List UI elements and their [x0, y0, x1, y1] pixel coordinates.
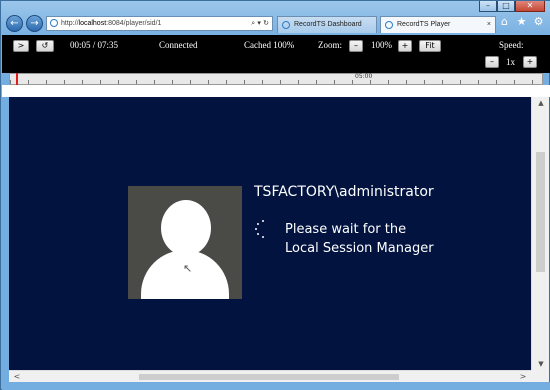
browser-window: – □ ✕ ← → http://localhost:8084/player/s… [0, 0, 550, 390]
avatar-head-shape [161, 200, 211, 256]
close-tab-icon[interactable]: × [487, 17, 491, 32]
tab-label: RecordTS Dashboard [294, 21, 362, 28]
wait-message-line2: Local Session Manager [285, 241, 434, 256]
page-background [2, 85, 550, 97]
address-bar[interactable]: http://localhost:8084/player/sid/1 ⌕ ▾ ↻ [46, 16, 273, 31]
ie-tab-icon [385, 21, 393, 29]
speed-down-button[interactable]: – [485, 56, 499, 68]
session-viewport[interactable]: ↖ TSFACTORY\administrator Please wait fo… [9, 97, 531, 370]
home-icon[interactable]: ⌂ [498, 15, 511, 29]
horizontal-scrollbar[interactable]: < > [9, 370, 531, 382]
scroll-down-icon[interactable]: ▼ [532, 358, 550, 370]
playhead-marker[interactable] [16, 73, 18, 85]
cache-status: Cached 100% [244, 40, 295, 50]
ie-page-icon [50, 19, 58, 27]
loading-spinner-icon [255, 220, 271, 238]
play-button[interactable]: > [13, 40, 29, 52]
timeline-ticks [10, 80, 542, 84]
url-host: localhost [78, 20, 107, 27]
playback-timeline[interactable]: 05:00 [9, 73, 543, 85]
zoom-in-button[interactable]: + [398, 40, 412, 52]
tab-recordts-player[interactable]: RecordTS Player × [380, 16, 496, 33]
minimize-button[interactable]: – [479, 1, 497, 12]
user-avatar: ↖ [128, 186, 242, 299]
player-toolbar: > ↺ 00:05 / 07:35 Connected Cached 100% … [2, 35, 550, 73]
favorites-star-icon[interactable]: ★ [515, 15, 528, 29]
tab-recordts-dashboard[interactable]: RecordTS Dashboard [277, 16, 377, 33]
url-prefix: http:// [61, 20, 79, 27]
scroll-up-icon[interactable]: ▲ [532, 97, 550, 109]
maximize-button[interactable]: □ [497, 1, 515, 12]
scrollbar-corner [531, 370, 549, 382]
search-refresh-icons[interactable]: ⌕ ▾ ↻ [251, 17, 269, 30]
session-username: TSFACTORY\administrator [254, 184, 434, 200]
zoom-label: Zoom: [318, 40, 342, 50]
vertical-scrollbar[interactable]: ▲ ▼ [531, 97, 549, 370]
mouse-cursor-icon: ↖ [183, 262, 193, 275]
close-window-button[interactable]: ✕ [515, 1, 545, 12]
back-button[interactable]: ← [6, 15, 23, 32]
ie-tab-icon [282, 21, 290, 29]
horizontal-scroll-thumb[interactable] [139, 374, 399, 380]
wait-message-line1: Please wait for the [285, 222, 407, 237]
browser-chrome: – □ ✕ ← → http://localhost:8084/player/s… [1, 1, 550, 35]
forward-button[interactable]: → [26, 15, 43, 32]
browser-tools: ⌂ ★ ⚙ [498, 15, 545, 29]
timeline-label: 05:00 [355, 73, 373, 80]
fit-button[interactable]: Fit [419, 40, 441, 52]
reload-button[interactable]: ↺ [36, 40, 54, 52]
tab-label: RecordTS Player [397, 21, 451, 28]
speed-up-button[interactable]: + [523, 56, 537, 68]
zoom-out-button[interactable]: – [349, 40, 363, 52]
connection-status: Connected [159, 40, 198, 50]
window-controls: – □ ✕ [479, 1, 545, 13]
url-rest: :8084/player/sid/1 [106, 20, 162, 27]
playback-time: 00:05 / 07:35 [70, 40, 119, 50]
arrow-right-icon: → [30, 18, 39, 29]
speed-label: Speed: [499, 40, 524, 50]
window-bottom-border [2, 382, 550, 390]
speed-value: 1x [506, 57, 515, 67]
wait-message: Please wait for the Local Session Manage… [285, 220, 505, 258]
arrow-left-icon: ← [10, 18, 19, 29]
zoom-value: 100% [371, 40, 392, 50]
vertical-scroll-thumb[interactable] [536, 152, 545, 272]
settings-gear-icon[interactable]: ⚙ [532, 15, 545, 29]
